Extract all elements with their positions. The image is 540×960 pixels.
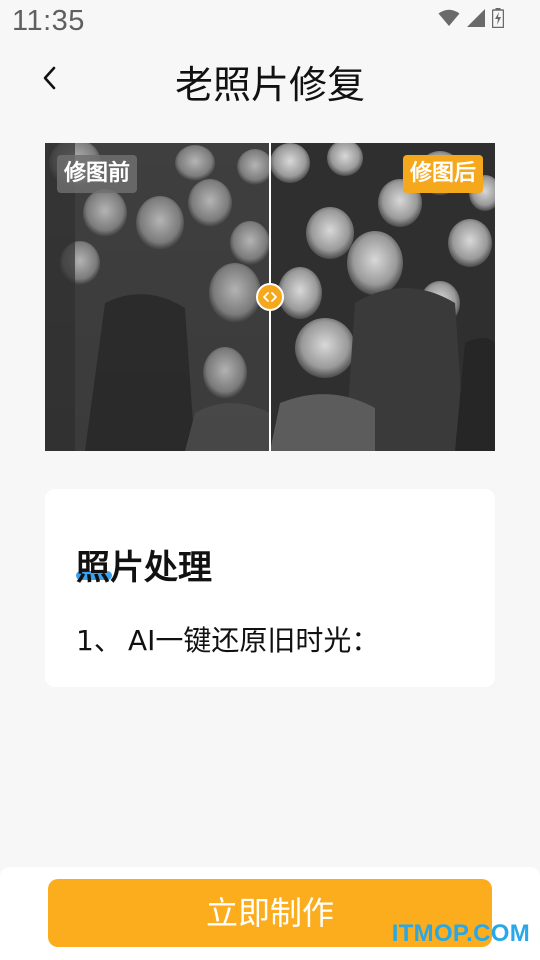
card-title-wrap: 照片处理 (76, 540, 212, 589)
status-bar: 11:35 (0, 0, 540, 46)
list-item-number: 1、 (76, 624, 122, 657)
page-title: 老照片修复 (174, 63, 365, 107)
before-after-compare[interactable]: 修图前 修图后 (45, 143, 495, 451)
list-item-text: AI一键还原旧时光： (128, 624, 380, 657)
battery-icon (492, 8, 504, 28)
info-card: 照片处理 1、 AI一键还原旧时光： (45, 489, 495, 687)
wifi-icon (438, 9, 460, 26)
status-time: 11:35 (12, 5, 85, 37)
after-label: 修图后 (402, 155, 483, 193)
list-item: 1、 AI一键还原旧时光： (76, 619, 379, 659)
drag-arrows-icon (263, 292, 277, 302)
status-icons (438, 8, 504, 28)
watermark: ITMOP.COM (391, 920, 530, 947)
signal-icon (467, 9, 485, 27)
header: 老照片修复 (0, 46, 540, 116)
card-title: 照片处理 (76, 548, 212, 588)
before-label: 修图前 (57, 155, 138, 193)
compare-slider-handle[interactable] (256, 283, 284, 311)
